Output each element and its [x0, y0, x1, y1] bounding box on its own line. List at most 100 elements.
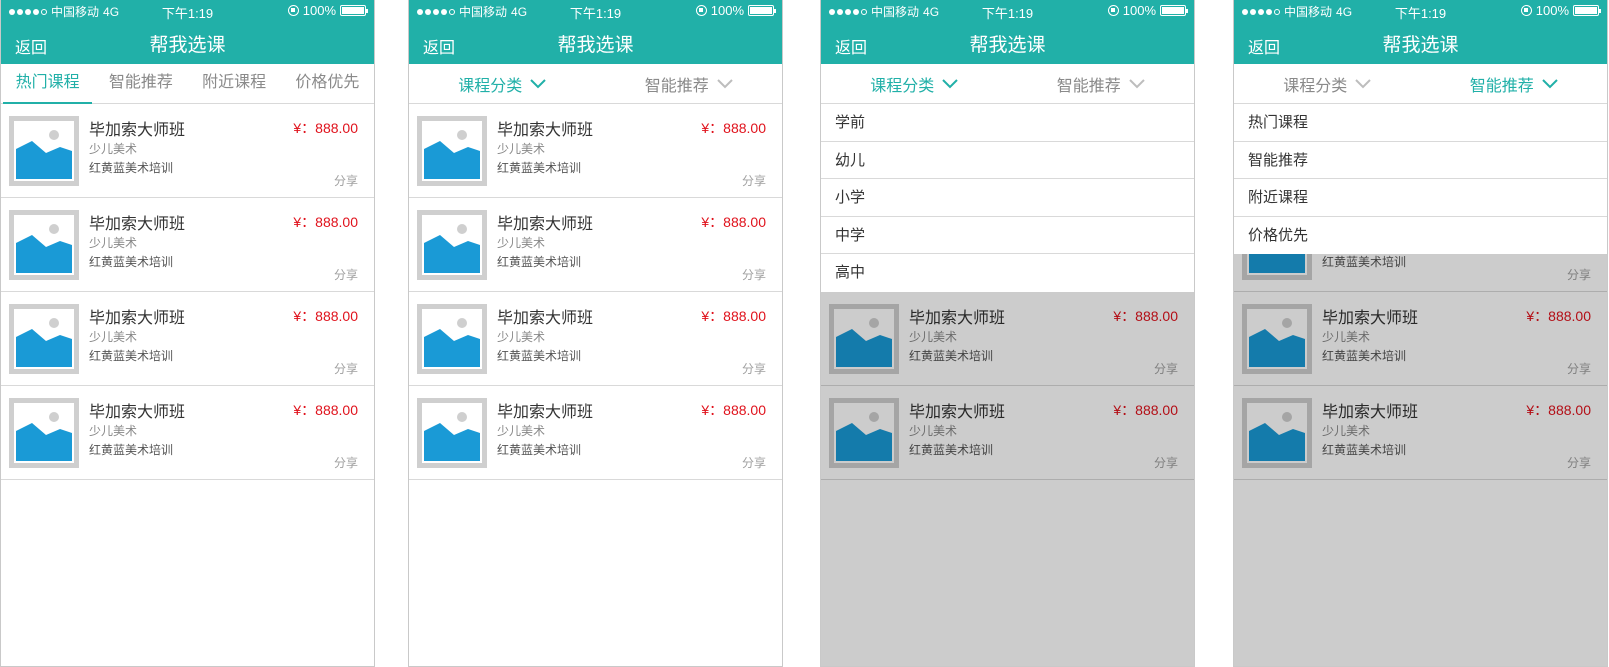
category-filter-label: 课程分类 — [458, 77, 523, 95]
share-button[interactable]: 分享 — [334, 266, 358, 283]
course-organization: 红黄蓝美术培训 — [89, 349, 174, 363]
course-item[interactable]: 毕加索大师班 少儿美术 红黄蓝美术培训 ¥：888.00 分享 — [1, 292, 374, 386]
share-button[interactable]: 分享 — [334, 454, 358, 471]
course-title: 毕加索大师班 — [497, 310, 594, 327]
rotation-lock-icon — [695, 5, 707, 16]
image-placeholder-icon — [14, 215, 74, 275]
screen-category-dropdown: 中国移动 4G 下午1:19 100% 返回 帮我选课 课程分类 智能推荐 毕加索… — [820, 0, 1195, 667]
course-organization: 红黄蓝美术培训 — [89, 161, 174, 175]
battery-percent: 100% — [302, 3, 336, 18]
page-title: 帮我选课 — [1382, 35, 1459, 56]
course-thumbnail — [9, 210, 79, 280]
nav-bar: 返回 帮我选课 — [409, 20, 782, 64]
course-thumbnail — [417, 398, 487, 468]
course-price: ¥：888.00 — [293, 308, 358, 324]
sort-option[interactable]: 附近课程 — [1234, 179, 1607, 217]
tab-smart-recommend[interactable]: 智能推荐 — [94, 64, 187, 103]
course-item[interactable]: 毕加索大师班 少儿美术 红黄蓝美术培训 ¥：888.00 分享 — [1, 386, 374, 480]
sort-option[interactable]: 价格优先 — [1234, 217, 1607, 255]
course-item[interactable]: 毕加索大师班 少儿美术 红黄蓝美术培训 ¥：888.00 分享 — [1, 198, 374, 292]
category-option[interactable]: 高中 — [821, 254, 1194, 292]
share-button[interactable]: 分享 — [742, 454, 766, 471]
recommend-filter[interactable]: 智能推荐 — [596, 64, 783, 103]
course-organization: 红黄蓝美术培训 — [89, 443, 174, 457]
category-option[interactable]: 小学 — [821, 179, 1194, 217]
course-category: 少儿美术 — [89, 330, 138, 344]
tab-hot-courses[interactable]: 热门课程 — [1, 64, 94, 104]
page-title: 帮我选课 — [149, 35, 226, 56]
filter-bar: 课程分类 智能推荐 — [1234, 64, 1607, 104]
image-placeholder-icon — [422, 215, 482, 275]
battery-icon — [340, 5, 368, 16]
back-button[interactable]: 返回 — [423, 34, 455, 58]
course-title: 毕加索大师班 — [497, 404, 594, 421]
image-placeholder-icon — [14, 309, 74, 369]
image-placeholder-icon — [14, 121, 74, 181]
course-price: ¥：888.00 — [293, 402, 358, 418]
course-price: ¥：888.00 — [701, 214, 766, 230]
course-price: ¥：888.00 — [701, 308, 766, 324]
course-list: 毕加索大师班 少儿美术 红黄蓝美术培训 ¥：888.00 分享 毕加索大师班 少… — [1, 104, 374, 480]
course-title: 毕加索大师班 — [497, 216, 594, 233]
course-item[interactable]: 毕加索大师班 少儿美术 红黄蓝美术培训 ¥：888.00 分享 — [409, 104, 782, 198]
tab-price-first[interactable]: 价格优先 — [281, 64, 374, 103]
category-option[interactable]: 幼儿 — [821, 142, 1194, 179]
course-thumbnail — [417, 116, 487, 186]
category-filter[interactable]: 课程分类 — [821, 64, 1008, 103]
category-filter-label: 课程分类 — [870, 77, 935, 95]
rotation-lock-icon — [1520, 5, 1532, 16]
image-placeholder-icon — [422, 309, 482, 369]
share-button[interactable]: 分享 — [742, 266, 766, 283]
back-button[interactable]: 返回 — [1248, 34, 1280, 58]
course-item[interactable]: 毕加索大师班 少儿美术 红黄蓝美术培训 ¥：888.00 分享 — [1, 104, 374, 198]
sort-dropdown: 热门课程 智能推荐 附近课程 价格优先 — [1234, 104, 1607, 254]
course-item[interactable]: 毕加索大师班 少儿美术 红黄蓝美术培训 ¥：888.00 分享 — [409, 386, 782, 480]
share-button[interactable]: 分享 — [742, 360, 766, 377]
share-button[interactable]: 分享 — [742, 172, 766, 189]
share-button[interactable]: 分享 — [334, 172, 358, 189]
page-title: 帮我选课 — [969, 35, 1046, 56]
image-placeholder-icon — [14, 403, 74, 463]
back-button[interactable]: 返回 — [835, 34, 867, 58]
course-thumbnail — [9, 398, 79, 468]
category-filter[interactable]: 课程分类 — [409, 64, 596, 103]
course-organization: 红黄蓝美术培训 — [89, 255, 174, 269]
course-category: 少儿美术 — [89, 142, 138, 156]
status-bar: 中国移动 4G 下午1:19 100% — [409, 0, 782, 21]
share-button[interactable]: 分享 — [334, 360, 358, 377]
course-item[interactable]: 毕加索大师班 少儿美术 红黄蓝美术培训 ¥：888.00 分享 — [409, 198, 782, 292]
course-price: ¥：888.00 — [701, 402, 766, 418]
course-title: 毕加索大师班 — [89, 404, 186, 421]
category-filter-label: 课程分类 — [1283, 77, 1348, 95]
course-category: 少儿美术 — [497, 236, 546, 250]
rotation-lock-icon — [1107, 5, 1119, 16]
battery-percent: 100% — [710, 3, 744, 18]
chevron-down-icon — [1542, 78, 1558, 88]
course-item[interactable]: 毕加索大师班 少儿美术 红黄蓝美术培训 ¥：888.00 分享 — [409, 292, 782, 386]
status-bar: 中国移动 4G 下午1:19 100% — [1, 0, 374, 21]
recommend-filter[interactable]: 智能推荐 — [1008, 64, 1195, 103]
category-option[interactable]: 学前 — [821, 104, 1194, 142]
filter-bar: 课程分类 智能推荐 — [821, 64, 1194, 104]
course-price: ¥：888.00 — [293, 120, 358, 136]
course-list: 毕加索大师班 少儿美术 红黄蓝美术培训 ¥：888.00 分享 毕加索大师班 少… — [409, 104, 782, 480]
recommend-filter-label: 智能推荐 — [1056, 77, 1121, 95]
chevron-down-icon — [942, 78, 958, 88]
course-organization: 红黄蓝美术培训 — [497, 161, 582, 175]
tab-nearby[interactable]: 附近课程 — [188, 64, 281, 103]
rotation-lock-icon — [287, 5, 299, 16]
course-title: 毕加索大师班 — [89, 310, 186, 327]
category-option[interactable]: 中学 — [821, 217, 1194, 254]
image-placeholder-icon — [422, 403, 482, 463]
course-thumbnail — [9, 304, 79, 374]
filter-bar: 课程分类 智能推荐 — [409, 64, 782, 104]
sort-option[interactable]: 热门课程 — [1234, 104, 1607, 142]
course-title: 毕加索大师班 — [497, 122, 594, 139]
course-category: 少儿美术 — [89, 424, 138, 438]
back-button[interactable]: 返回 — [15, 34, 47, 58]
sort-option[interactable]: 智能推荐 — [1234, 142, 1607, 179]
screen-recommend-dropdown: 中国移动4G 下午1:19 100% 返回 帮我选课 课程分类 智能推荐 毕加索… — [1233, 0, 1608, 667]
recommend-filter[interactable]: 智能推荐 — [1421, 64, 1608, 103]
course-category: 少儿美术 — [497, 330, 546, 344]
category-filter[interactable]: 课程分类 — [1234, 64, 1421, 103]
